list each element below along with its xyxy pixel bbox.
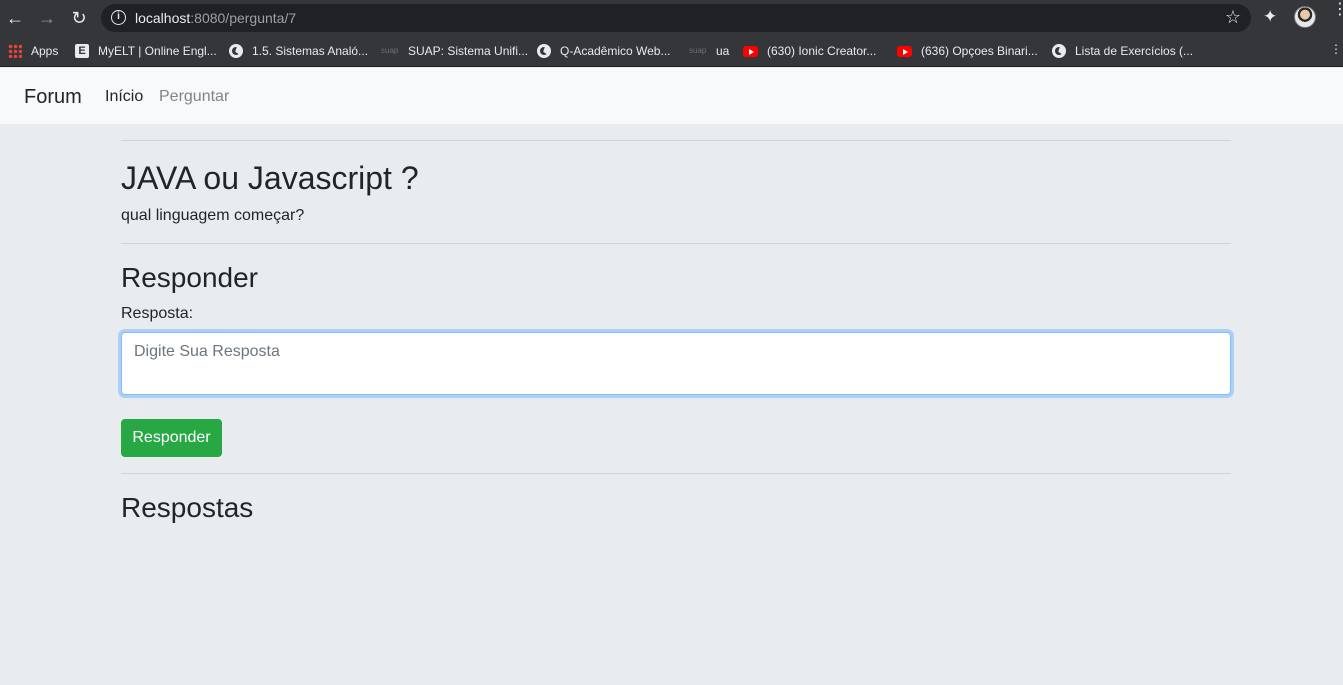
reload-icon[interactable]: ↻ bbox=[67, 6, 91, 30]
bookmark-ua[interactable]: suap ua bbox=[689, 42, 729, 60]
browser-menu-icon[interactable]: ⋮ bbox=[1332, 2, 1343, 18]
bookmarks-bar: Apps E MyELT | Online Engl... 1.5. Siste… bbox=[0, 36, 1343, 67]
bookmark-apps[interactable]: Apps bbox=[8, 42, 58, 60]
bookmark-label: (630) Ionic Creator... bbox=[767, 44, 877, 58]
navbar-brand[interactable]: Forum bbox=[24, 86, 82, 109]
suap-icon: suap bbox=[381, 46, 399, 55]
bookmark-myelt[interactable]: E MyELT | Online Engl... bbox=[75, 42, 217, 60]
bookmark-label: 1.5. Sistemas Analó... bbox=[252, 44, 369, 58]
answer-form-heading: Responder bbox=[121, 262, 258, 293]
youtube-icon bbox=[897, 45, 912, 57]
site-info-icon[interactable]: i bbox=[111, 10, 126, 25]
bookmark-label: Lista de Exercícios (... bbox=[1075, 44, 1194, 58]
youtube-icon bbox=[743, 45, 758, 57]
nav-link-perguntar[interactable]: Perguntar bbox=[159, 88, 229, 106]
forward-arrow-icon[interactable]: → bbox=[35, 6, 59, 30]
apps-icon bbox=[8, 44, 22, 58]
globe-icon bbox=[537, 44, 551, 58]
back-arrow-icon[interactable]: ← bbox=[3, 6, 27, 30]
bookmark-suap[interactable]: suap SUAP: Sistema Unifi... bbox=[381, 42, 528, 60]
answer-label: Resposta: bbox=[121, 305, 194, 322]
extensions-puzzle-icon[interactable]: ✦ bbox=[1263, 7, 1277, 27]
divider bbox=[121, 140, 1231, 141]
profile-avatar[interactable] bbox=[1294, 6, 1316, 28]
browser-toolbar: ← → ↻ i localhost:8080/pergunta/7 ☆ ✦ ⋮ bbox=[0, 0, 1343, 36]
globe-icon bbox=[1052, 44, 1066, 58]
nav-link-inicio[interactable]: Início bbox=[105, 88, 143, 106]
bookmark-label: ua bbox=[716, 44, 730, 58]
url-text: localhost:8080/pergunta/7 bbox=[135, 10, 296, 26]
bookmark-ionic-creator[interactable]: (630) Ionic Creator... bbox=[743, 42, 876, 60]
question-title: JAVA ou Javascript ? bbox=[121, 160, 419, 196]
bookmarks-overflow-icon[interactable]: ⋮ bbox=[1330, 42, 1342, 56]
answer-textarea[interactable] bbox=[121, 332, 1231, 395]
bookmark-lista-exercicios[interactable]: Lista de Exercícios (... bbox=[1052, 42, 1193, 60]
app-navbar: Forum Início Perguntar bbox=[0, 68, 1343, 124]
bookmark-qacademico[interactable]: Q-Acadêmico Web... bbox=[537, 42, 670, 60]
bookmark-label: SUAP: Sistema Unifi... bbox=[408, 44, 529, 58]
globe-icon bbox=[229, 44, 243, 58]
bookmark-label: Q-Acadêmico Web... bbox=[560, 44, 671, 58]
bookmark-opcoes-binarias[interactable]: (636) Opçoes Binari... bbox=[897, 42, 1038, 60]
question-description: qual linguagem começar? bbox=[121, 207, 305, 224]
url-host: localhost bbox=[135, 10, 191, 26]
submit-answer-button[interactable]: Responder bbox=[121, 419, 222, 457]
bookmark-label: MyELT | Online Engl... bbox=[98, 44, 217, 58]
url-path: :8080/pergunta/7 bbox=[190, 10, 297, 26]
myelt-icon: E bbox=[75, 44, 89, 58]
bookmark-sistemas[interactable]: 1.5. Sistemas Analó... bbox=[229, 42, 368, 60]
divider bbox=[121, 473, 1231, 474]
bookmark-label: (636) Opçoes Binari... bbox=[921, 44, 1038, 58]
bookmark-star-icon[interactable]: ☆ bbox=[1225, 7, 1241, 28]
divider bbox=[121, 243, 1231, 244]
answers-heading: Respostas bbox=[121, 492, 254, 523]
bookmark-label: Apps bbox=[31, 44, 59, 58]
address-bar[interactable]: i localhost:8080/pergunta/7 ☆ bbox=[101, 4, 1251, 32]
suap-icon: suap bbox=[689, 46, 707, 55]
